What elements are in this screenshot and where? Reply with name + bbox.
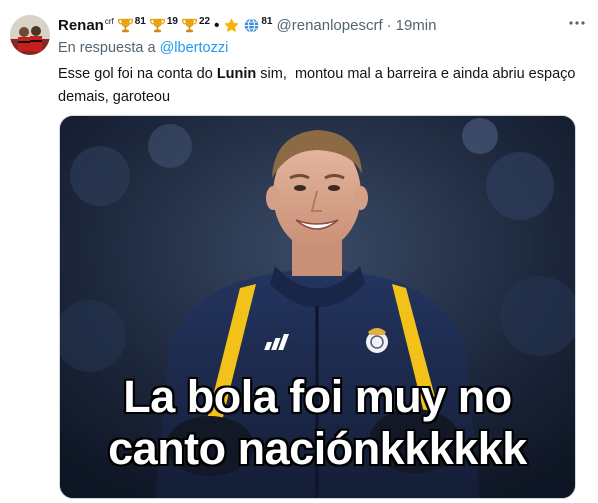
time-separator: · bbox=[386, 16, 392, 34]
reply-prefix: En respuesta a bbox=[58, 40, 156, 56]
tweet-header: Renancrf 81 19 22 • 81 @renanlopescrf · … bbox=[58, 14, 590, 36]
tweet-text: Esse gol foi na conta do Lunin sim, mont… bbox=[58, 63, 578, 109]
name-suffix: crf bbox=[104, 16, 114, 26]
star-badge bbox=[223, 17, 240, 34]
star-icon bbox=[224, 17, 240, 32]
meme-caption-line2: canto naciónkkkkkk bbox=[108, 423, 527, 474]
tweet[interactable]: Renancrf 81 19 22 • 81 @renanlopescrf · … bbox=[0, 0, 598, 503]
trophy-icon bbox=[149, 18, 165, 32]
more-icon bbox=[569, 21, 585, 25]
reply-context: En respuesta a @lbertozzi bbox=[58, 40, 228, 56]
tweet-media[interactable]: La bola foi muy no canto naciónkkkkkk bbox=[59, 115, 576, 499]
trophy-badge-1: 81 bbox=[117, 16, 146, 34]
trophy-badge-2: 19 bbox=[149, 16, 178, 34]
trophy-icon bbox=[182, 18, 197, 32]
more-options-button[interactable] bbox=[566, 12, 588, 34]
display-name[interactable]: Renancrf bbox=[58, 17, 114, 34]
trophy-badge-3: 22 bbox=[181, 16, 210, 34]
meme-caption-line1: La bola foi muy no bbox=[123, 371, 512, 422]
timestamp[interactable]: 19min bbox=[396, 17, 437, 34]
trophy-icon bbox=[117, 18, 133, 32]
tweet-text-bold: Lunin bbox=[216, 66, 257, 82]
reply-mention-link[interactable]: @lbertozzi bbox=[160, 40, 229, 56]
tweet-text-part1: Esse gol foi na conta do bbox=[58, 66, 217, 82]
globe-icon bbox=[245, 17, 259, 33]
user-handle[interactable]: @renanlopescrf bbox=[277, 17, 383, 34]
avatar[interactable] bbox=[10, 15, 50, 55]
globe-badge: 81 bbox=[243, 16, 273, 34]
dot-separator: • bbox=[214, 16, 220, 34]
